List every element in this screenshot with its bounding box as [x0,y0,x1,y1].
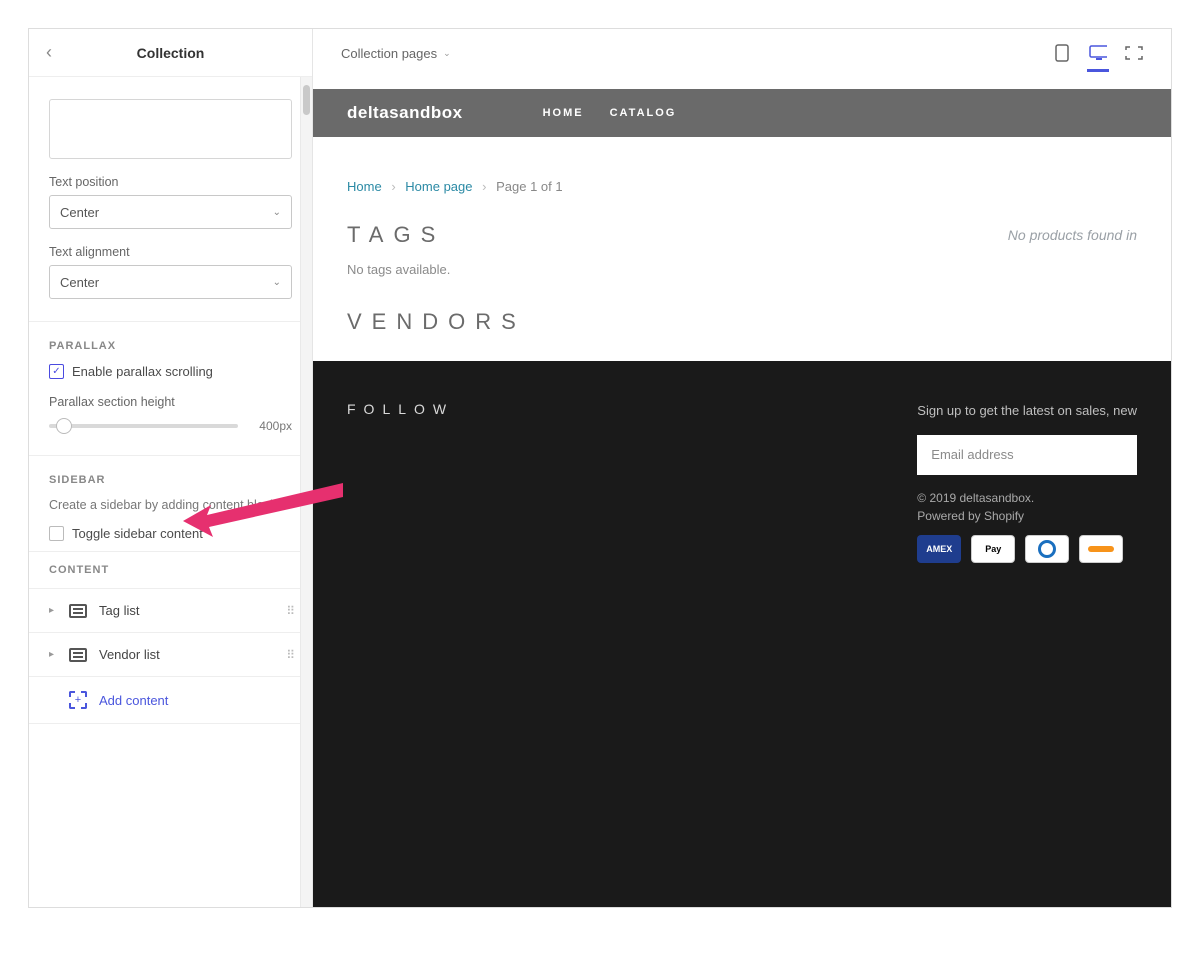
text-position-select[interactable]: Center ⌄ [49,195,292,229]
diners-club-icon [1025,535,1069,563]
tags-row: TAGS No products found in [347,222,1137,248]
add-icon: + [69,691,87,709]
chevron-right-icon: ▸ [49,605,57,616]
vendors-row: VENDORS [347,309,1137,335]
preview-nav-links: HOME CATALOG [543,107,677,119]
scrollbar[interactable] [300,77,312,907]
back-button[interactable]: ‹ [29,42,69,63]
footer-right: Sign up to get the latest on sales, new … [917,401,1137,867]
content-item-label: Vendor list [99,647,160,662]
apple-pay-icon: Pay [971,535,1015,563]
footer-left: FOLLOW [347,401,454,867]
slider-thumb[interactable] [56,418,72,434]
preview-nav: deltasandbox HOME CATALOG [313,89,1171,137]
settings-preview-box [49,99,292,159]
fullscreen-view-button[interactable] [1125,44,1143,62]
chevron-down-icon: ⌄ [443,48,451,59]
text-alignment-label: Text alignment [49,245,292,259]
add-content-button[interactable]: + Add content [29,677,312,724]
settings-panel: ‹ Collection Text position Center ⌄ Text… [29,29,313,907]
mobile-view-button[interactable] [1053,44,1071,62]
desktop-view-button[interactable] [1089,44,1107,62]
breadcrumb-separator: › [482,179,486,194]
text-alignment-select[interactable]: Center ⌄ [49,265,292,299]
parallax-height-value: 400px [248,419,292,433]
preview-nav-catalog[interactable]: CATALOG [610,107,677,119]
divider [29,321,312,322]
tags-heading: TAGS [347,222,445,248]
breadcrumb-page[interactable]: Home page [405,179,472,194]
content-item-tag-list[interactable]: ▸ Tag list ⠿ [29,589,312,633]
checkbox-icon [49,526,64,541]
amex-icon: AMEX [917,535,961,563]
preview-body: Home › Home page › Page 1 of 1 TAGS No p… [313,137,1171,361]
sidebar-section-desc: Create a sidebar by adding content block… [49,496,292,514]
enable-parallax-checkbox[interactable]: ✓ Enable parallax scrolling [49,364,292,379]
add-content-label: Add content [99,693,168,708]
discover-icon [1079,535,1123,563]
text-position-label: Text position [49,175,292,189]
drag-handle-icon[interactable]: ⠿ [286,604,292,618]
block-icon [69,604,87,618]
chevron-updown-icon: ⌄ [273,207,281,218]
preview-logo[interactable]: deltasandbox [347,103,463,123]
content-item-label: Tag list [99,603,139,618]
preview-nav-home[interactable]: HOME [543,107,584,119]
chevron-right-icon: ▸ [49,649,57,660]
copyright-text: © 2019 deltasandbox. [917,491,1137,505]
email-field[interactable]: Email address [917,435,1137,475]
powered-by-text[interactable]: Powered by Shopify [917,509,1137,523]
sidebar-section-heading: SIDEBAR [49,474,292,486]
vendors-heading: VENDORS [347,309,526,335]
parallax-heading: PARALLAX [49,340,292,352]
no-tags-text: No tags available. [347,262,1137,277]
parallax-height-label: Parallax section height [49,395,292,409]
settings-scroll: Text position Center ⌄ Text alignment Ce… [29,77,312,907]
chevron-updown-icon: ⌄ [273,277,281,288]
content-list: CONTENT ▸ Tag list ⠿ ▸ Vendor list ⠿ [29,551,312,724]
checkbox-checked-icon: ✓ [49,364,64,379]
chevron-left-icon: ‹ [46,42,52,62]
breadcrumb: Home › Home page › Page 1 of 1 [347,179,1137,194]
editor-topbar: Collection pages ⌄ [313,29,1171,77]
page-selector-label: Collection pages [341,46,437,61]
parallax-height-slider[interactable] [49,424,238,428]
breadcrumb-home[interactable]: Home [347,179,382,194]
no-products-text: No products found in [1008,227,1137,243]
drag-handle-icon[interactable]: ⠿ [286,648,292,662]
block-icon [69,648,87,662]
text-position-value: Center [60,205,99,220]
scrollbar-thumb[interactable] [303,85,310,115]
content-item-vendor-list[interactable]: ▸ Vendor list ⠿ [29,633,312,677]
text-alignment-value: Center [60,275,99,290]
follow-heading: FOLLOW [347,401,454,417]
page-selector[interactable]: Collection pages ⌄ [341,46,451,61]
email-placeholder: Email address [931,447,1013,462]
editor-right: Collection pages ⌄ deltasandbox [313,29,1171,907]
breadcrumb-rest: Page 1 of 1 [496,179,563,194]
toggle-sidebar-checkbox[interactable]: Toggle sidebar content [49,526,292,541]
preview-footer: FOLLOW Sign up to get the latest on sale… [313,361,1171,907]
desktop-icon [1089,45,1107,61]
settings-body: Text position Center ⌄ Text alignment Ce… [29,77,312,907]
theme-preview: deltasandbox HOME CATALOG Home › Home pa… [313,89,1171,907]
parallax-height-row: 400px [49,419,292,433]
toggle-sidebar-label: Toggle sidebar content [72,526,203,541]
divider [29,455,312,456]
breadcrumb-separator: › [391,179,395,194]
content-heading: CONTENT [29,551,312,589]
signup-text: Sign up to get the latest on sales, new [917,401,1137,421]
mobile-icon [1055,44,1069,62]
settings-header: ‹ Collection [29,29,312,77]
fullscreen-icon [1125,46,1143,60]
payment-icons-row: AMEX Pay [917,535,1137,563]
enable-parallax-label: Enable parallax scrolling [72,364,213,379]
settings-title: Collection [69,45,312,61]
device-toggle [1053,44,1143,62]
